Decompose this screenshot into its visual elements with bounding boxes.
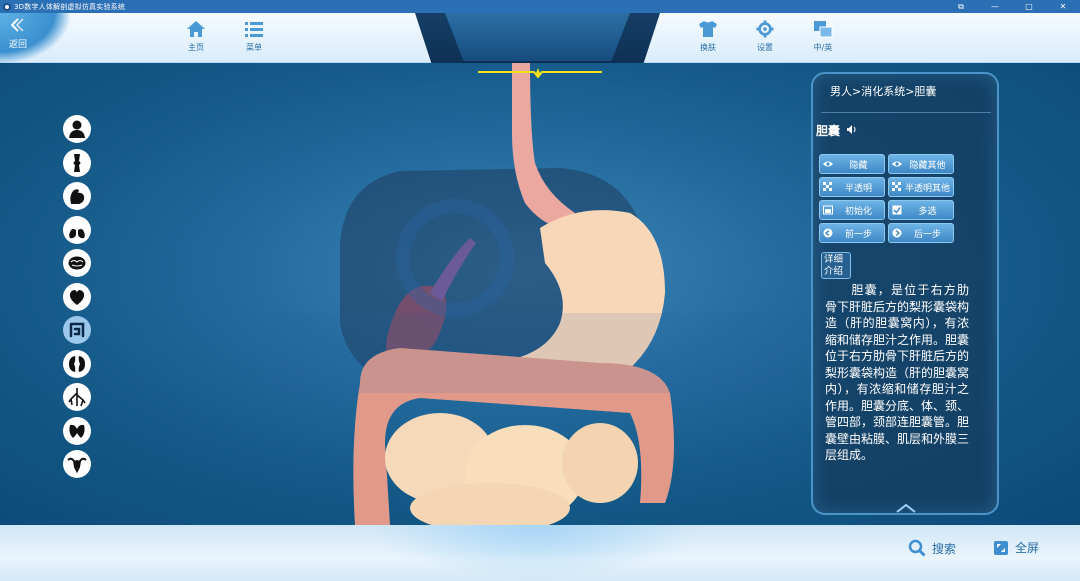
organ-name: 胆囊 bbox=[816, 124, 841, 138]
system-vascular[interactable] bbox=[63, 383, 91, 411]
settings-label: 设置 bbox=[757, 43, 773, 52]
reset-icon bbox=[823, 205, 833, 215]
multi-select-button[interactable]: 多选 bbox=[888, 200, 954, 220]
search-button[interactable]: 搜索 bbox=[908, 539, 956, 557]
system-nervous[interactable] bbox=[63, 249, 91, 277]
speaker-icon[interactable] bbox=[847, 125, 857, 134]
body-system-selector bbox=[63, 115, 91, 484]
fullscreen-icon bbox=[994, 540, 1008, 555]
gear-icon bbox=[756, 20, 774, 38]
hide-others-button[interactable]: 隐藏其他 bbox=[888, 154, 954, 174]
reset-button[interactable]: 初始化 bbox=[819, 200, 885, 220]
lungs-icon bbox=[69, 222, 85, 238]
body-outline-icon bbox=[69, 120, 85, 138]
system-respiratory[interactable] bbox=[63, 215, 91, 244]
organ-info-panel: 男人>消化系统>胆囊 胆囊 隐藏 隐藏其他 半透明 半透明其他 初始化 多选 前… bbox=[811, 72, 999, 515]
window-title-bar: 3D数字人体解剖虚拟仿真实验系统 ⧉ — □ ✕ bbox=[0, 0, 1080, 13]
checker-icon bbox=[823, 182, 832, 191]
home-button[interactable]: 主页 bbox=[176, 20, 216, 53]
translucent-others-button[interactable]: 半透明其他 bbox=[888, 177, 954, 197]
back-icon bbox=[11, 18, 24, 32]
uterus-icon bbox=[67, 457, 87, 474]
guide-marker-line bbox=[478, 68, 602, 78]
chevron-up-icon[interactable] bbox=[895, 502, 917, 514]
system-muscular[interactable] bbox=[63, 182, 91, 210]
detail-intro-button[interactable]: 详细介绍 bbox=[821, 252, 851, 279]
translucent-button[interactable]: 半透明 bbox=[819, 177, 885, 197]
system-endocrine[interactable] bbox=[63, 416, 91, 445]
back-label: 返回 bbox=[9, 40, 28, 50]
home-icon bbox=[187, 21, 205, 37]
eye-icon bbox=[823, 161, 833, 167]
menu-button[interactable]: 菜单 bbox=[234, 20, 274, 53]
checkbox-icon bbox=[892, 205, 902, 215]
menu-label: 菜单 bbox=[246, 43, 262, 52]
intestine-icon bbox=[69, 322, 85, 338]
kidney-icon bbox=[69, 355, 85, 372]
brain-icon bbox=[68, 256, 86, 270]
settings-button[interactable]: 设置 bbox=[745, 20, 785, 53]
arrow-right-circle-icon bbox=[892, 228, 902, 238]
heart-icon bbox=[69, 289, 85, 305]
organ-action-buttons: 隐藏 隐藏其他 半透明 半透明其他 初始化 多选 前一步 后一步 bbox=[819, 154, 955, 243]
fullscreen-button[interactable]: 全屏 bbox=[993, 539, 1039, 556]
hide-button[interactable]: 隐藏 bbox=[819, 154, 885, 174]
home-label: 主页 bbox=[188, 43, 204, 52]
skeleton-icon bbox=[73, 153, 81, 172]
previous-step-button[interactable]: 前一步 bbox=[819, 223, 885, 243]
thyroid-icon bbox=[69, 424, 85, 438]
eye-icon bbox=[892, 161, 902, 167]
skin-button[interactable]: 换肤 bbox=[688, 20, 728, 53]
search-icon bbox=[908, 539, 926, 557]
skin-label: 换肤 bbox=[700, 43, 716, 52]
system-digestive[interactable] bbox=[63, 316, 91, 344]
search-label: 搜索 bbox=[932, 541, 957, 556]
top-toolbar: 返回 主页 菜单 换肤 设置 中/英 bbox=[0, 13, 1080, 73]
window-controls: ⧉ — □ ✕ bbox=[944, 0, 1080, 13]
top-center-panel-inner bbox=[445, 13, 630, 61]
menu-icon bbox=[245, 22, 263, 37]
system-urinary[interactable] bbox=[63, 349, 91, 378]
language-label: 中/英 bbox=[813, 43, 833, 52]
next-step-button[interactable]: 后一步 bbox=[888, 223, 954, 243]
breadcrumb: 男人>消化系统>胆囊 bbox=[830, 85, 937, 98]
language-icon bbox=[814, 21, 833, 38]
system-cardiovascular[interactable] bbox=[63, 282, 91, 311]
system-reproductive[interactable] bbox=[63, 450, 91, 478]
minimize-button[interactable]: — bbox=[978, 0, 1012, 13]
maximize-button[interactable]: □ bbox=[1012, 0, 1046, 13]
language-button[interactable]: 中/英 bbox=[803, 20, 843, 53]
shirt-icon bbox=[699, 21, 717, 37]
app-icon bbox=[3, 2, 11, 11]
organ-description: 胆囊，是位于右方肋骨下肝脏后方的梨形囊袋构造（肝的胆囊窝内），有浓缩和储存胆汁之… bbox=[825, 283, 970, 462]
back-button[interactable]: 返回 bbox=[0, 13, 70, 63]
vessels-icon bbox=[68, 388, 86, 407]
system-full-body[interactable] bbox=[63, 115, 91, 143]
restore-window-button[interactable]: ⧉ bbox=[944, 0, 978, 13]
panel-divider bbox=[821, 112, 991, 113]
arrow-left-circle-icon bbox=[823, 228, 833, 238]
bottom-toolbar: 搜索 全屏 bbox=[0, 525, 1080, 581]
muscle-icon bbox=[70, 189, 85, 204]
bottom-glow bbox=[370, 525, 700, 581]
system-skeletal[interactable] bbox=[63, 148, 91, 177]
window-title: 3D数字人体解剖虚拟仿真实验系统 bbox=[14, 2, 126, 11]
close-button[interactable]: ✕ bbox=[1046, 0, 1080, 13]
fullscreen-label: 全屏 bbox=[1015, 541, 1040, 555]
checker-icon bbox=[892, 182, 901, 191]
